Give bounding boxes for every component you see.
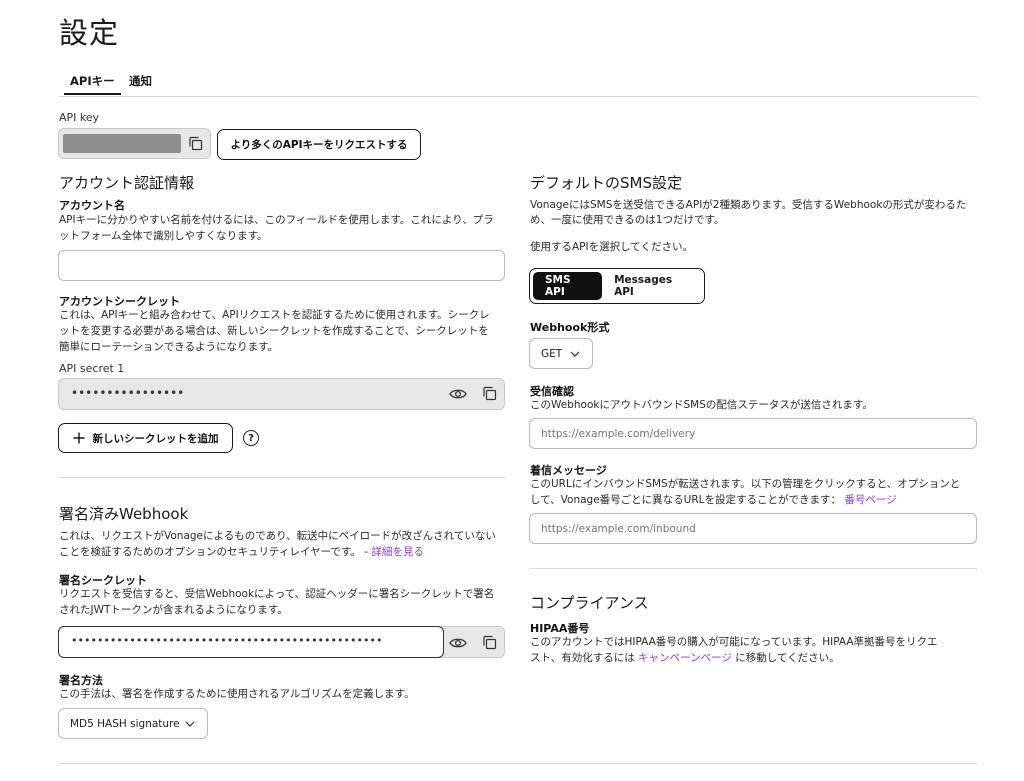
account-secret-desc-2: ットを変更する必要がある場合は、新しいシークレットを作成することで、シークレット… bbox=[59, 325, 489, 337]
signing-method-select[interactable]: MD5 HASH signature bbox=[58, 708, 208, 739]
signing-secret-field-wrap: ••••••••••••••••••••••••••••••••••••••••… bbox=[58, 626, 505, 658]
api-secret-masked-value: •••••••••••••••• bbox=[71, 386, 185, 400]
add-new-secret-label: 新しいシークレットを追加 bbox=[92, 432, 219, 445]
account-name-label: アカウント名 bbox=[59, 199, 125, 212]
copy-icon[interactable] bbox=[188, 136, 203, 151]
api-secret-label: API secret 1 bbox=[59, 362, 125, 375]
copy-icon[interactable] bbox=[482, 386, 497, 401]
signing-method-desc: この手法は、署名を作成するために使用されるアルゴリズムを定義します。 bbox=[59, 688, 415, 700]
api-select-prompt: 使用するAPIを選択してください。 bbox=[530, 241, 693, 253]
hipaa-desc-2: スト、有効化するには キャンペーンページ に移動してください。 bbox=[530, 650, 840, 666]
signing-secret-input[interactable]: ••••••••••••••••••••••••••••••••••••••••… bbox=[58, 626, 444, 658]
signed-webhook-heading: 署名済みWebhook bbox=[59, 505, 189, 523]
signed-webhook-desc-2: ことを検証するためのオプションのセキュリティレイヤーです。 - 詳細を見る bbox=[59, 544, 424, 560]
webhook-format-value: GET bbox=[541, 347, 563, 360]
hipaa-desc-1: このアカウントではHIPAA番号の購入が可能になっています。HIPAA準拠番号を… bbox=[530, 636, 938, 648]
inbound-message-desc-text: して、Vonage番号ごとに異なるURLを設定することができます： bbox=[530, 494, 841, 506]
request-more-api-keys-button[interactable]: より多くのAPIキーをリクエストする bbox=[217, 129, 421, 160]
sms-api-option[interactable]: SMS API bbox=[533, 272, 603, 300]
section-divider bbox=[59, 477, 505, 478]
sms-api-segmented-control: SMS API Messages API bbox=[529, 268, 705, 304]
chevron-down-icon bbox=[185, 721, 195, 727]
campaign-page-link[interactable]: キャンペーンページ bbox=[638, 652, 732, 664]
signed-webhook-desc-text: ことを検証するためのオプションのセキュリティレイヤーです。 - bbox=[59, 546, 372, 558]
settings-tabs: APIキー 通知 bbox=[59, 70, 977, 97]
credentials-heading: アカウント認証情報 bbox=[59, 174, 195, 192]
api-secret-field[interactable]: •••••••••••••••• bbox=[58, 378, 505, 410]
sms-settings-desc-2: め、一度に使用できるのは1つだけです。 bbox=[530, 214, 725, 226]
compliance-heading: コンプライアンス bbox=[530, 594, 649, 612]
eye-icon[interactable] bbox=[449, 386, 467, 402]
section-divider bbox=[530, 568, 977, 569]
page-title: 設定 bbox=[59, 16, 120, 50]
tab-api-keys[interactable]: APIキー bbox=[64, 73, 121, 95]
sms-settings-heading: デフォルトのSMS設定 bbox=[530, 174, 682, 192]
add-new-secret-button[interactable]: 新しいシークレットを追加 bbox=[58, 423, 233, 453]
chevron-down-icon bbox=[570, 351, 580, 357]
inbound-message-desc-2: して、Vonage番号ごとに異なるURLを設定することができます： 番号ページ bbox=[530, 492, 897, 508]
sms-settings-desc-1: VonageにはSMSを送受信できるAPIが2種類あります。受信するWebhoo… bbox=[530, 199, 967, 211]
account-name-input[interactable] bbox=[58, 250, 505, 281]
bottom-divider bbox=[59, 763, 977, 764]
webhook-format-label: Webhook形式 bbox=[530, 321, 610, 334]
account-name-desc-2: ットフォーム全体で識別しやすくなります。 bbox=[59, 230, 268, 242]
signing-secret-desc-1: リクエストを受信すると、受信Webhookによって、認証ヘッダーに署名シークレッ… bbox=[59, 588, 495, 600]
account-name-desc-1: APIキーに分かりやすい名前を付けるには、このフィールドを使用します。これにより… bbox=[59, 214, 494, 226]
messages-api-option[interactable]: Messages API bbox=[602, 272, 701, 300]
hipaa-desc-tail: に移動してください。 bbox=[731, 652, 840, 664]
tab-notifications[interactable]: 通知 bbox=[129, 73, 152, 89]
inbound-message-desc-1: このURLにインバウンドSMSが転送されます。以下の管理をクリックすると、オプシ… bbox=[530, 478, 961, 490]
numbers-page-link[interactable]: 番号ページ bbox=[844, 494, 896, 506]
plus-icon bbox=[73, 432, 85, 444]
delivery-receipt-desc: このWebhookにアウトバウンドSMSの配信ステータスが送信されます。 bbox=[530, 399, 873, 411]
account-secret-desc-1: これは、APIキーと組み合わせて、APIリクエストを認証するために使用されます。… bbox=[59, 309, 490, 321]
api-key-masked-value bbox=[63, 134, 181, 153]
webhook-format-select[interactable]: GET bbox=[529, 338, 593, 369]
help-icon[interactable]: ? bbox=[243, 430, 259, 446]
copy-icon[interactable] bbox=[482, 635, 497, 650]
eye-icon[interactable] bbox=[449, 635, 467, 651]
signing-method-value: MD5 HASH signature bbox=[70, 717, 180, 730]
delivery-url-input[interactable] bbox=[529, 418, 977, 449]
api-key-field[interactable] bbox=[58, 128, 211, 159]
signing-secret-desc-2: されたJWTトークンが含まれるようになります。 bbox=[59, 604, 288, 616]
signed-webhook-desc-1: これは、リクエストがVonageによるものであり、転送中にペイロードが改ざんされ… bbox=[59, 530, 496, 542]
learn-more-link[interactable]: 詳細を見る bbox=[371, 546, 424, 558]
signing-secret-masked-value: ••••••••••••••••••••••••••••••••••••••••… bbox=[71, 634, 383, 647]
inbound-url-input[interactable] bbox=[529, 513, 977, 544]
account-secret-desc-3: 簡単にローテーションできるようになります。 bbox=[59, 341, 279, 353]
hipaa-desc-text: スト、有効化するには bbox=[530, 652, 639, 664]
api-key-label: API key bbox=[59, 111, 100, 124]
